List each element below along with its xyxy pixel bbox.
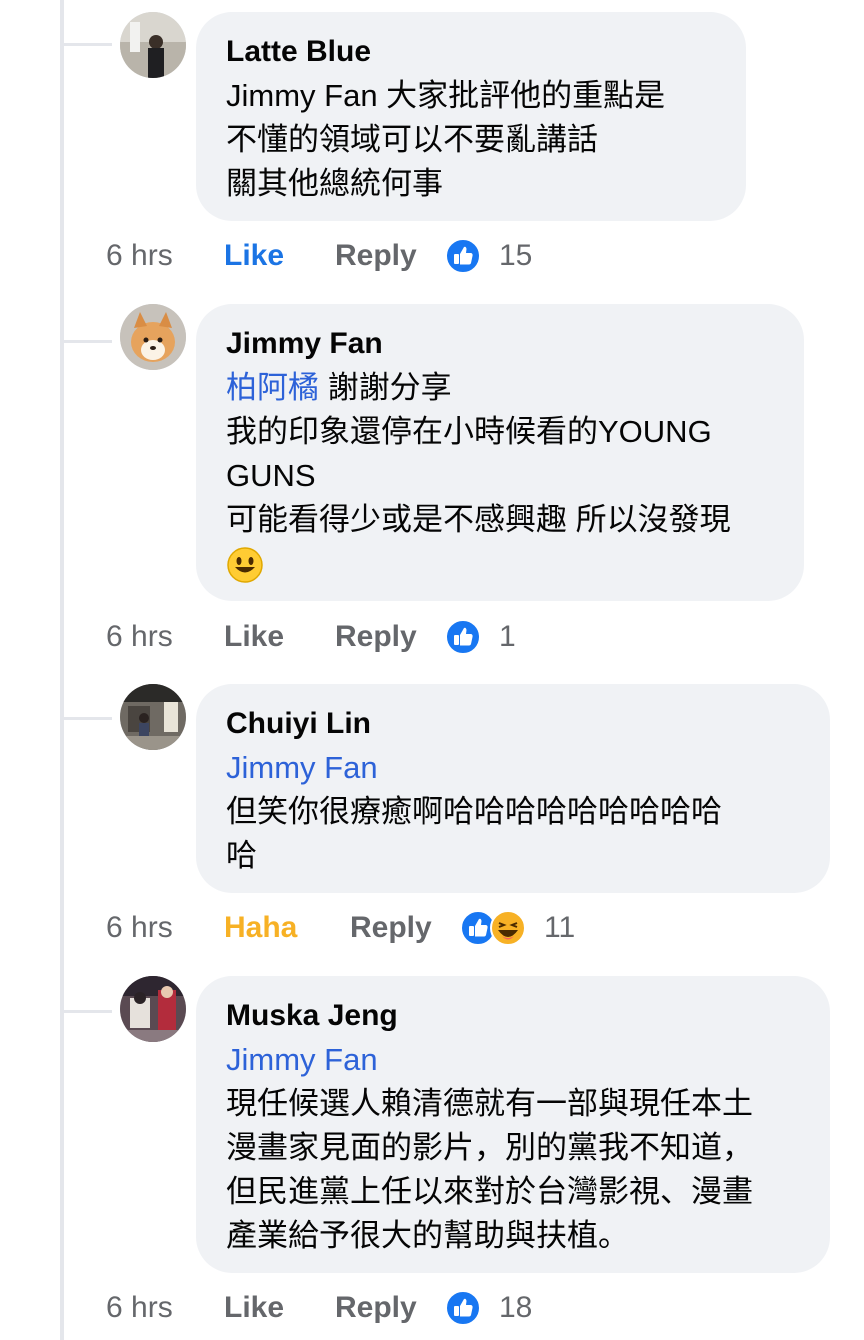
avatar[interactable] — [120, 976, 186, 1042]
comment-text-line: 我的印象還停在小時候看的YOUNG — [226, 414, 712, 449]
like-button[interactable]: Like — [224, 620, 335, 654]
mention-link[interactable]: Jimmy Fan — [226, 746, 798, 790]
comment-emoji-line — [226, 542, 772, 588]
comment-actions: 6 hrs Like Reply 15 — [106, 231, 532, 281]
comment-bubble: Jimmy Fan 柏阿橘 謝謝分享 我的印象還停在小時候看的YOUNG GUN… — [196, 304, 804, 601]
comment-actions: 6 hrs Like Reply 18 — [106, 1283, 532, 1333]
comment-author[interactable]: Latte Blue — [226, 30, 714, 74]
thread-line — [60, 0, 64, 1340]
reaction-summary[interactable] — [445, 238, 481, 274]
avatar[interactable] — [120, 304, 186, 370]
mention-link[interactable]: Jimmy Fan — [226, 1038, 798, 1082]
like-button[interactable]: Like — [224, 239, 335, 273]
mention-link[interactable]: 柏阿橘 — [226, 370, 319, 405]
comment-text-line: 但笑你很療癒啊哈哈哈哈哈哈哈哈哈 — [226, 794, 722, 829]
comment-text: 謝謝分享 — [319, 370, 452, 405]
comment-time[interactable]: 6 hrs — [106, 911, 224, 945]
avatar[interactable] — [120, 684, 186, 750]
comment-text-line: 漫畫家見面的影片，別的黨我不知道， — [226, 1130, 753, 1165]
comment-text-line: 可能看得少或是不感興趣 所以沒發現 — [226, 502, 731, 537]
reply-button[interactable]: Reply — [335, 620, 445, 654]
haha-icon — [490, 910, 526, 946]
avatar-photo — [120, 684, 186, 750]
comment-text-line: 現任候選人賴清德就有一部與現任本土 — [226, 1086, 753, 1121]
comment-actions: 6 hrs Like Reply 1 — [106, 612, 516, 662]
comment-time[interactable]: 6 hrs — [106, 620, 224, 654]
reaction-count[interactable]: 1 — [499, 620, 516, 654]
avatar-photo — [120, 976, 186, 1042]
thread-branch — [64, 340, 112, 343]
comment-text-line: 但民進黨上任以來對於台灣影視、漫畫 — [226, 1174, 753, 1209]
reaction-summary[interactable] — [460, 910, 526, 946]
comment-actions: 6 hrs Haha Reply 11 — [106, 903, 575, 953]
haha-button[interactable]: Haha — [224, 911, 350, 945]
comment-time[interactable]: 6 hrs — [106, 1291, 224, 1325]
comment-text-line: 柏阿橘 謝謝分享 — [226, 366, 772, 410]
avatar-photo — [120, 304, 186, 370]
reply-button[interactable]: Reply — [335, 1291, 445, 1325]
comment-text-line: 不懂的領域可以不要亂講話 — [226, 122, 598, 157]
comment-bubble: Muska Jeng Jimmy Fan 現任候選人賴清德就有一部與現任本土 漫… — [196, 976, 830, 1273]
comment-text-line: 關其他總統何事 — [226, 166, 443, 201]
thread-branch — [64, 717, 112, 720]
comment-bubble: Chuiyi Lin Jimmy Fan 但笑你很療癒啊哈哈哈哈哈哈哈哈哈 哈 — [196, 684, 830, 893]
comment-text-line: 產業給予很大的幫助與扶植。 — [226, 1218, 629, 1253]
avatar[interactable] — [120, 12, 186, 78]
avatar-photo — [120, 12, 186, 78]
comment-text-line: 哈 — [226, 838, 257, 873]
comment-author[interactable]: Muska Jeng — [226, 994, 798, 1038]
reaction-count[interactable]: 15 — [499, 239, 532, 273]
thread-branch — [64, 1010, 112, 1013]
comment-author[interactable]: Chuiyi Lin — [226, 702, 798, 746]
like-icon — [445, 1290, 481, 1326]
reaction-count[interactable]: 18 — [499, 1291, 532, 1325]
reply-button[interactable]: Reply — [335, 239, 445, 273]
reaction-count[interactable]: 11 — [544, 911, 575, 945]
reply-button[interactable]: Reply — [350, 911, 460, 945]
like-button[interactable]: Like — [224, 1291, 335, 1325]
thread-branch — [64, 43, 112, 46]
like-icon — [445, 619, 481, 655]
comment-bubble: Latte Blue Jimmy Fan 大家批評他的重點是 不懂的領域可以不要… — [196, 12, 746, 221]
comment-text-line: Jimmy Fan 大家批評他的重點是 — [226, 78, 666, 113]
reaction-summary[interactable] — [445, 619, 481, 655]
comment-author[interactable]: Jimmy Fan — [226, 322, 772, 366]
comment-time[interactable]: 6 hrs — [106, 239, 224, 273]
comment-text-line: GUNS — [226, 458, 316, 493]
smile-emoji — [227, 547, 263, 583]
reaction-summary[interactable] — [445, 1290, 481, 1326]
like-icon — [445, 238, 481, 274]
